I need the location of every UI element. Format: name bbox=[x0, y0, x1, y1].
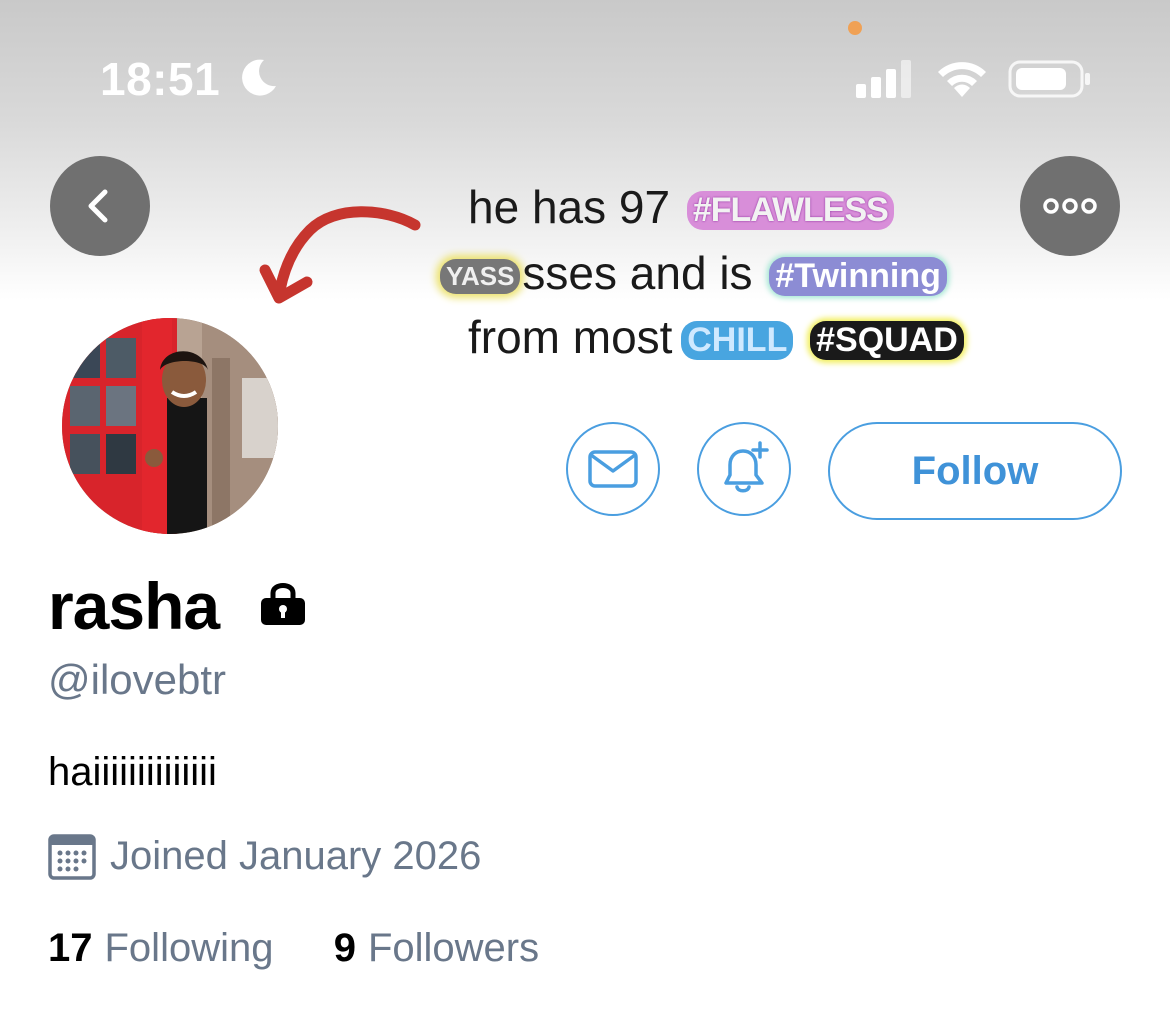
followers-label: Followers bbox=[367, 926, 540, 970]
calendar-icon bbox=[48, 834, 96, 880]
meme-line-1: he has 97 #FLAWLESS bbox=[468, 180, 894, 234]
display-name: rasha bbox=[48, 569, 220, 643]
red-arrow-icon bbox=[259, 206, 421, 304]
mail-icon bbox=[588, 450, 638, 488]
meme-text: sses and is bbox=[522, 247, 753, 299]
chill-sticker: CHILL bbox=[681, 321, 794, 361]
following-link[interactable]: 17 Following bbox=[48, 926, 285, 970]
moon-icon bbox=[242, 59, 276, 96]
back-button[interactable] bbox=[50, 156, 150, 256]
notifications-button[interactable] bbox=[697, 422, 791, 516]
meme-text: from most bbox=[468, 311, 673, 363]
more-dots-icon bbox=[1043, 198, 1097, 214]
meme-line-3: from most CHILL #SQUAD bbox=[468, 310, 964, 364]
following-label: Following bbox=[104, 926, 274, 970]
banner-meme-text: he has 97 #FLAWLESS YASS sses and is #Twi… bbox=[440, 180, 1080, 380]
message-button[interactable] bbox=[566, 422, 660, 516]
following-count: 17 bbox=[48, 926, 93, 970]
flawless-sticker: #FLAWLESS bbox=[686, 191, 894, 231]
more-options-button[interactable] bbox=[1020, 156, 1120, 256]
follow-button[interactable]: Follow bbox=[828, 422, 1122, 520]
bell-plus-icon bbox=[724, 441, 769, 493]
privacy-indicator-dot bbox=[848, 21, 862, 35]
avatar-photo bbox=[62, 318, 278, 534]
meme-text: he has 97 bbox=[468, 181, 671, 233]
followers-link[interactable]: 9 Followers bbox=[334, 926, 539, 970]
chevron-left-icon bbox=[88, 189, 108, 223]
meme-line-2: YASS sses and is #Twinning bbox=[440, 246, 947, 300]
squad-sticker: #SQUAD bbox=[810, 321, 964, 361]
wifi-icon bbox=[938, 62, 986, 97]
follow-stats: 17 Following 9 Followers bbox=[48, 926, 539, 971]
signal-icon bbox=[856, 60, 911, 98]
lock-icon bbox=[261, 583, 305, 625]
twinning-sticker: #Twinning bbox=[769, 257, 947, 297]
followers-count: 9 bbox=[333, 926, 356, 970]
user-handle: @ilovebtr bbox=[48, 656, 227, 703]
joined-date: Joined January 2026 bbox=[110, 834, 482, 878]
battery-icon bbox=[1008, 60, 1090, 98]
status-time: 18:51 bbox=[100, 53, 221, 105]
bio-text: haiiiiiiiiiiiiii bbox=[48, 750, 217, 794]
avatar[interactable] bbox=[58, 314, 282, 538]
yass-sticker: YASS bbox=[440, 259, 521, 295]
